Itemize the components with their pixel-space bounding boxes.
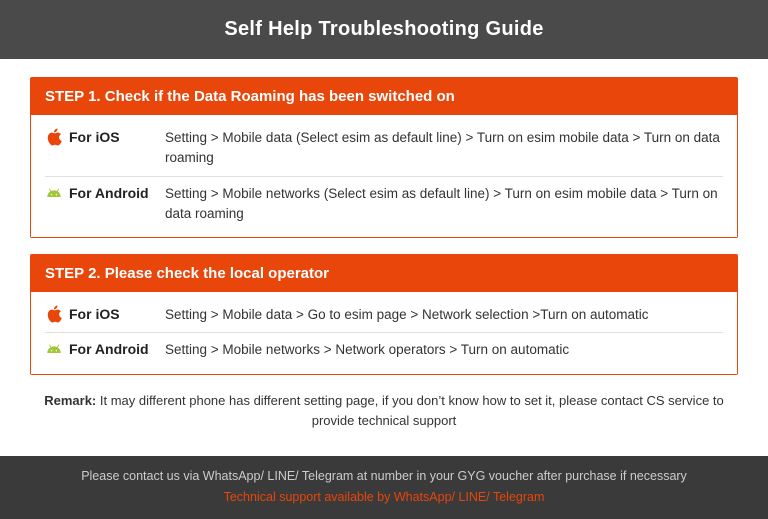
page-header: Self Help Troubleshooting Guide [0,0,768,59]
step2-android-platform-label: For Android [69,341,149,357]
step2-ios-text: Setting > Mobile data > Go to esim page … [165,305,649,325]
step2-ios-label: For iOS [45,305,165,323]
main-content: STEP 1. Check if the Data Roaming has be… [0,59,768,456]
step1-ios-row: For iOS Setting > Mobile data (Select es… [31,121,737,176]
step1-android-label: For Android [45,184,165,202]
step2-ios-row: For iOS Setting > Mobile data > Go to es… [31,298,737,332]
step2-android-text: Setting > Mobile networks > Network oper… [165,340,569,360]
step1-ios-text: Setting > Mobile data (Select esim as de… [165,128,723,169]
android-icon [45,184,63,202]
page-title: Self Help Troubleshooting Guide [224,18,543,40]
step1-android-text: Setting > Mobile networks (Select esim a… [165,184,723,225]
step1-ios-label: For iOS [45,128,165,146]
step1-block: STEP 1. Check if the Data Roaming has be… [30,77,738,238]
footer-line2: Technical support available by WhatsApp/… [20,487,748,508]
step1-android-row: For Android Setting > Mobile networks (S… [31,177,737,232]
footer: Please contact us via WhatsApp/ LINE/ Te… [0,456,768,519]
step1-android-platform-label: For Android [69,185,149,201]
remark-text: It may different phone has different set… [96,393,724,429]
remark: Remark: It may different phone has diffe… [30,391,738,433]
step1-header: STEP 1. Check if the Data Roaming has be… [31,78,737,115]
remark-bold: Remark: [44,393,96,408]
apple-icon [45,128,63,146]
android-icon-2 [45,340,63,358]
step2-android-row: For Android Setting > Mobile networks > … [31,333,737,367]
step2-header: STEP 2. Please check the local operator [31,255,737,292]
step2-ios-platform-label: For iOS [69,306,120,322]
footer-line1: Please contact us via WhatsApp/ LINE/ Te… [20,466,748,487]
step2-block: STEP 2. Please check the local operator … [30,254,738,375]
step1-ios-platform-label: For iOS [69,129,120,145]
step2-android-label: For Android [45,340,165,358]
apple-icon-2 [45,305,63,323]
step2-rows: For iOS Setting > Mobile data > Go to es… [31,292,737,374]
step1-rows: For iOS Setting > Mobile data (Select es… [31,115,737,237]
